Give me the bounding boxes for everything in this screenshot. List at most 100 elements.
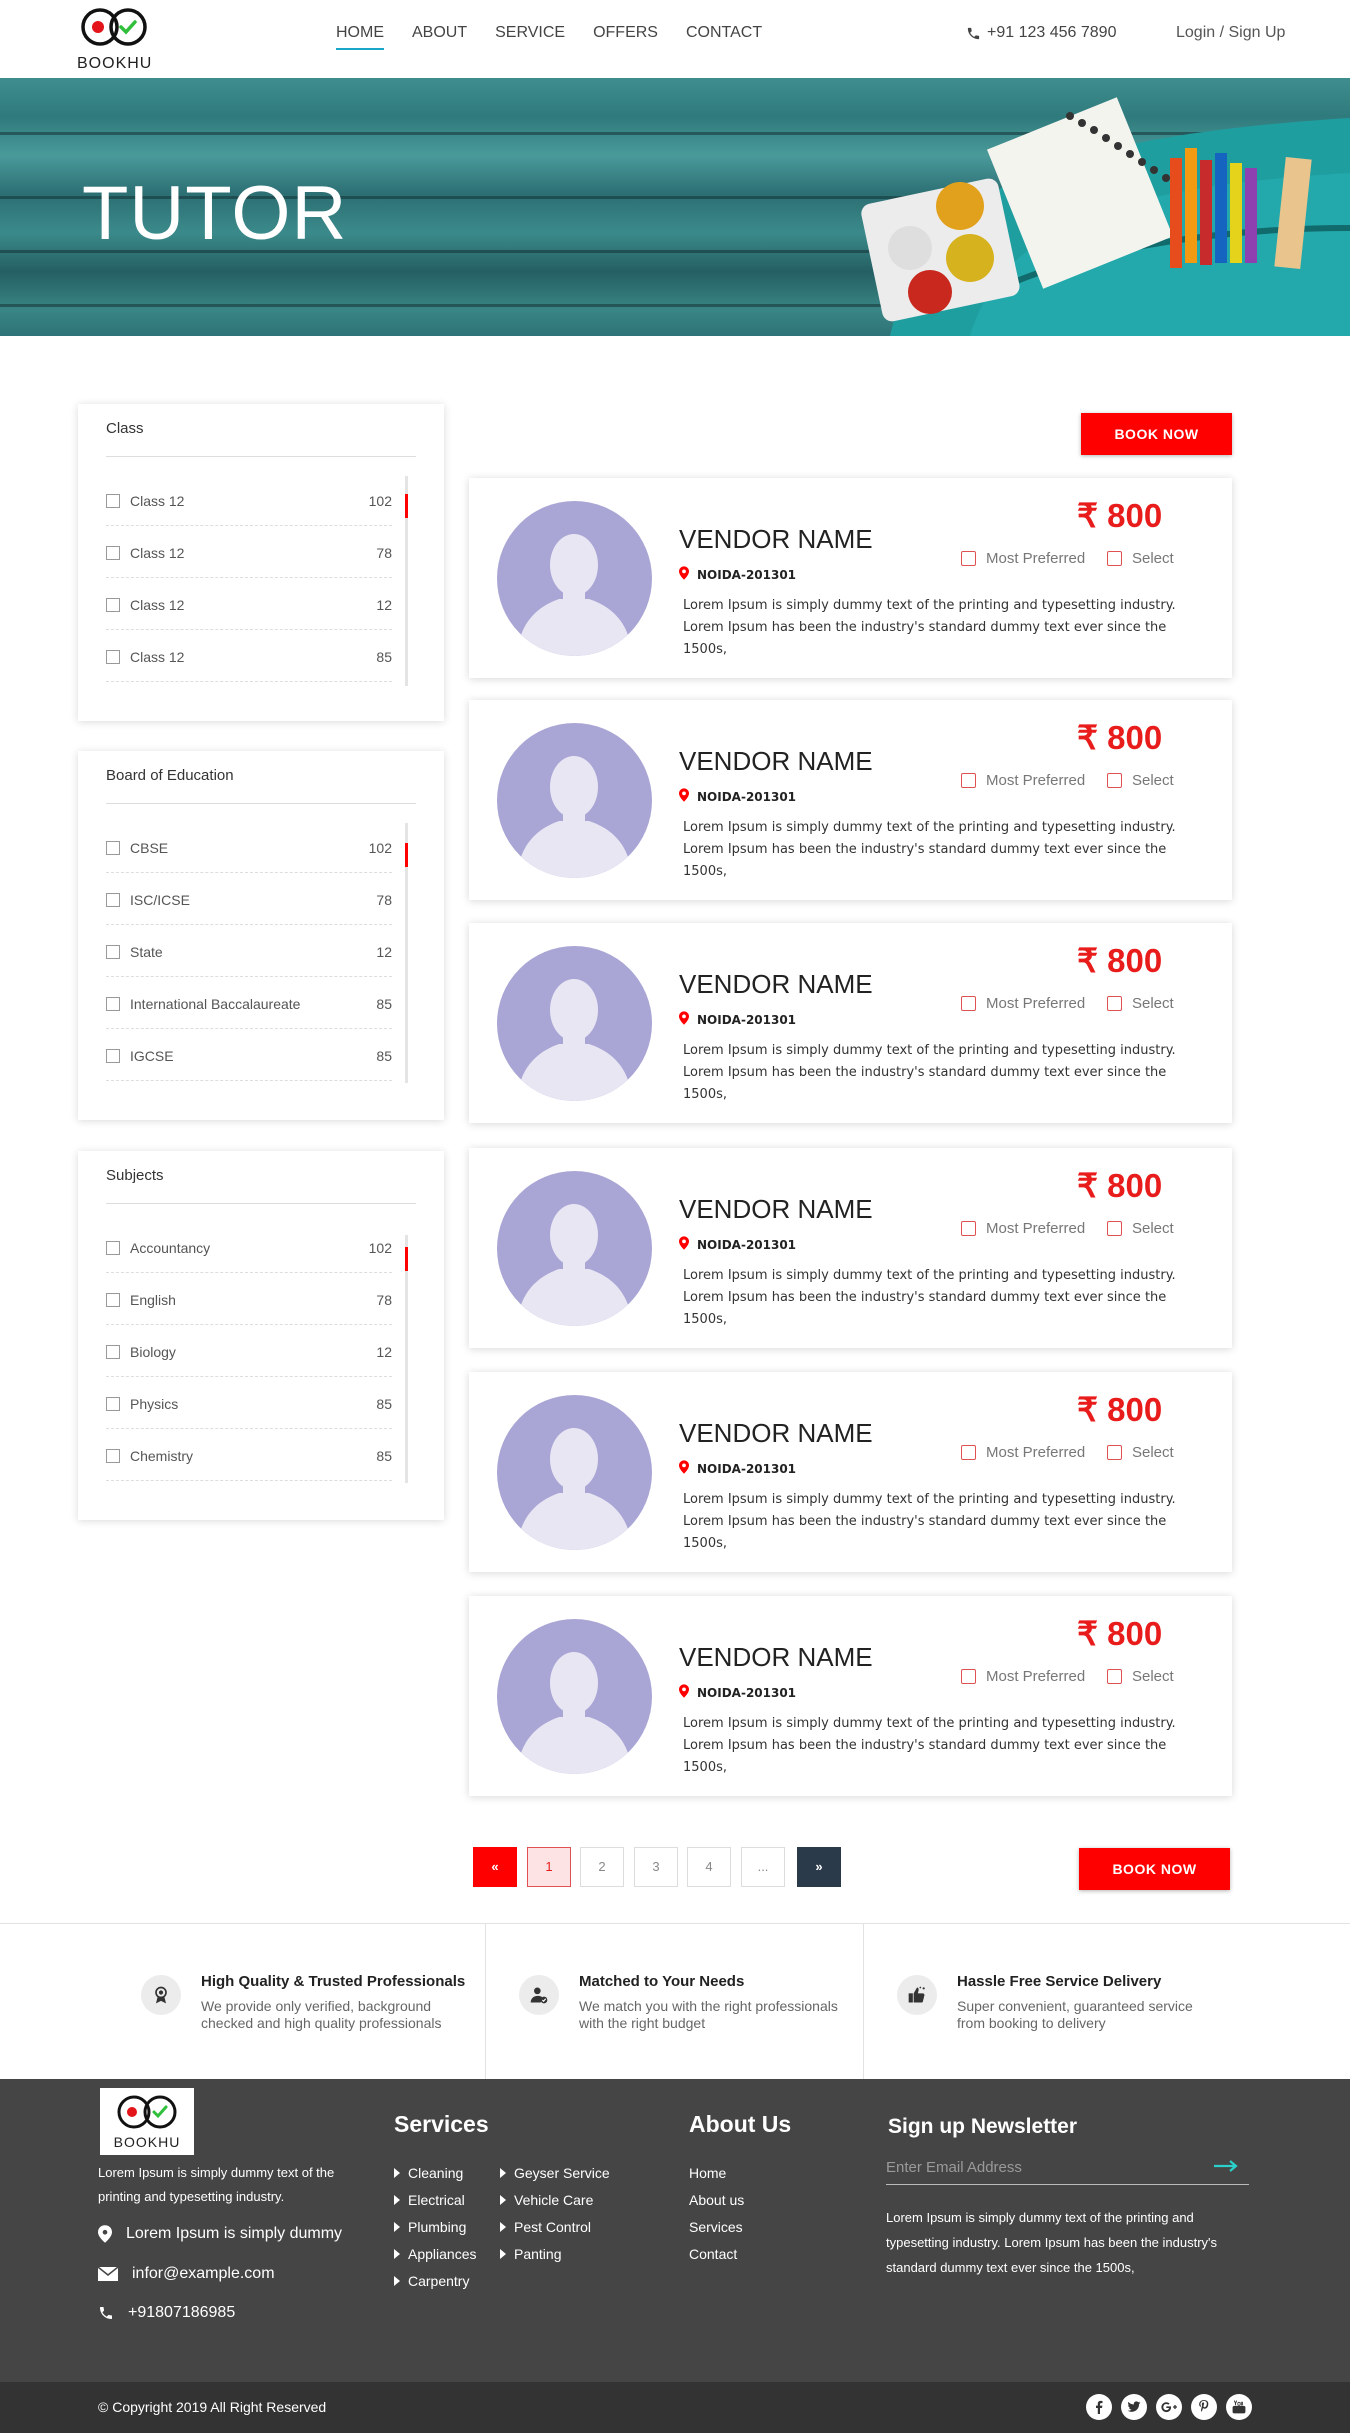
footer-phone[interactable]: +91807186985 <box>98 2304 235 2322</box>
pagination-next[interactable]: » <box>797 1847 841 1887</box>
site-logo[interactable]: BOOKHU <box>77 5 151 75</box>
footer-about-link[interactable]: Contact <box>689 2246 737 2262</box>
checkbox[interactable] <box>106 945 120 959</box>
checkbox[interactable] <box>961 551 976 566</box>
filter-scrollbar[interactable] <box>405 823 408 1083</box>
twitter-icon[interactable] <box>1121 2394 1147 2420</box>
footer-logo[interactable]: BOOKHU <box>100 2088 194 2155</box>
nav-about[interactable]: ABOUT <box>412 24 467 50</box>
checkbox[interactable] <box>106 1449 120 1463</box>
checkbox[interactable] <box>1107 1445 1122 1460</box>
most-preferred-checkbox[interactable]: Most Preferred <box>961 550 1085 567</box>
checkbox[interactable] <box>106 494 120 508</box>
book-now-button-top[interactable]: BOOK NOW <box>1081 413 1232 455</box>
pagination-page[interactable]: 2 <box>580 1847 624 1887</box>
checkbox[interactable] <box>106 650 120 664</box>
select-checkbox[interactable]: Select <box>1107 1220 1174 1237</box>
vendor-card[interactable]: VENDOR NAME NOIDA-201301 Lorem Ipsum is si… <box>469 700 1232 900</box>
checkbox[interactable] <box>961 1445 976 1460</box>
pinterest-icon[interactable] <box>1191 2394 1217 2420</box>
checkbox[interactable] <box>1107 773 1122 788</box>
book-now-button-bottom[interactable]: BOOK NOW <box>1079 1848 1230 1890</box>
newsletter-email-input[interactable]: Enter Email Address <box>886 2153 1249 2185</box>
youtube-icon[interactable] <box>1226 2394 1252 2420</box>
filter-option[interactable]: English 78 <box>106 1273 392 1325</box>
filter-scrollbar[interactable] <box>405 1235 408 1483</box>
arrow-right-icon[interactable] <box>1213 2159 1239 2173</box>
checkbox[interactable] <box>106 893 120 907</box>
checkbox[interactable] <box>961 773 976 788</box>
vendor-card[interactable]: VENDOR NAME NOIDA-201301 Lorem Ipsum is si… <box>469 1372 1232 1572</box>
vendor-card[interactable]: VENDOR NAME NOIDA-201301 Lorem Ipsum is si… <box>469 923 1232 1123</box>
most-preferred-checkbox[interactable]: Most Preferred <box>961 1668 1085 1685</box>
checkbox[interactable] <box>961 996 976 1011</box>
select-checkbox[interactable]: Select <box>1107 1668 1174 1685</box>
checkbox[interactable] <box>961 1221 976 1236</box>
select-checkbox[interactable]: Select <box>1107 995 1174 1012</box>
footer-about-link[interactable]: Home <box>689 2165 726 2181</box>
vendor-card[interactable]: VENDOR NAME NOIDA-201301 Lorem Ipsum is si… <box>469 1148 1232 1348</box>
filter-option[interactable]: Class 12 85 <box>106 630 392 682</box>
filter-option[interactable]: IGCSE 85 <box>106 1029 392 1081</box>
nav-offers[interactable]: OFFERS <box>593 24 658 50</box>
vendor-name[interactable]: VENDOR NAME <box>679 1194 873 1225</box>
filter-option[interactable]: Class 12 102 <box>106 474 392 526</box>
filter-option[interactable]: Class 12 12 <box>106 578 392 630</box>
nav-service[interactable]: SERVICE <box>495 24 565 50</box>
pagination-page[interactable]: 3 <box>634 1847 678 1887</box>
checkbox[interactable] <box>106 598 120 612</box>
most-preferred-checkbox[interactable]: Most Preferred <box>961 995 1085 1012</box>
select-checkbox[interactable]: Select <box>1107 1444 1174 1461</box>
nav-contact[interactable]: CONTACT <box>686 24 762 50</box>
vendor-name[interactable]: VENDOR NAME <box>679 969 873 1000</box>
select-checkbox[interactable]: Select <box>1107 550 1174 567</box>
filter-option[interactable]: Physics 85 <box>106 1377 392 1429</box>
most-preferred-checkbox[interactable]: Most Preferred <box>961 1444 1085 1461</box>
footer-service-link[interactable]: Pest Control <box>500 2219 591 2235</box>
checkbox[interactable] <box>106 1345 120 1359</box>
checkbox[interactable] <box>106 1049 120 1063</box>
checkbox[interactable] <box>1107 996 1122 1011</box>
header-phone[interactable]: +91 123 456 7890 <box>966 24 1116 42</box>
scrollbar-thumb[interactable] <box>405 494 408 518</box>
login-signup-link[interactable]: Login / Sign Up <box>1176 24 1285 42</box>
filter-option[interactable]: Chemistry 85 <box>106 1429 392 1481</box>
pagination-ellipsis[interactable]: ... <box>741 1847 785 1887</box>
footer-service-link[interactable]: Cleaning <box>394 2165 463 2181</box>
select-checkbox[interactable]: Select <box>1107 772 1174 789</box>
filter-option[interactable]: Biology 12 <box>106 1325 392 1377</box>
footer-service-link[interactable]: Appliances <box>394 2246 477 2262</box>
vendor-name[interactable]: VENDOR NAME <box>679 1418 873 1449</box>
filter-option[interactable]: International Baccalaureate 85 <box>106 977 392 1029</box>
checkbox[interactable] <box>106 1293 120 1307</box>
vendor-name[interactable]: VENDOR NAME <box>679 746 873 777</box>
footer-about-link[interactable]: Services <box>689 2219 743 2235</box>
footer-service-link[interactable]: Vehicle Care <box>500 2192 593 2208</box>
checkbox[interactable] <box>106 1397 120 1411</box>
checkbox[interactable] <box>106 997 120 1011</box>
footer-about-link[interactable]: About us <box>689 2192 744 2208</box>
most-preferred-checkbox[interactable]: Most Preferred <box>961 772 1085 789</box>
footer-service-link[interactable]: Panting <box>500 2246 561 2262</box>
nav-home[interactable]: HOME <box>336 24 384 50</box>
scrollbar-thumb[interactable] <box>405 843 408 867</box>
google-plus-icon[interactable] <box>1156 2394 1182 2420</box>
vendor-name[interactable]: VENDOR NAME <box>679 1642 873 1673</box>
vendor-card[interactable]: VENDOR NAME NOIDA-201301 Lorem Ipsum is si… <box>469 1596 1232 1796</box>
checkbox[interactable] <box>106 546 120 560</box>
checkbox[interactable] <box>106 841 120 855</box>
pagination-prev[interactable]: « <box>473 1847 517 1887</box>
filter-option[interactable]: ISC/ICSE 78 <box>106 873 392 925</box>
filter-option[interactable]: State 12 <box>106 925 392 977</box>
most-preferred-checkbox[interactable]: Most Preferred <box>961 1220 1085 1237</box>
checkbox[interactable] <box>106 1241 120 1255</box>
pagination-page[interactable]: 4 <box>687 1847 731 1887</box>
vendor-card[interactable]: VENDOR NAME NOIDA-201301 Lorem Ipsum is si… <box>469 478 1232 678</box>
footer-service-link[interactable]: Geyser Service <box>500 2165 610 2181</box>
filter-option[interactable]: Class 12 78 <box>106 526 392 578</box>
checkbox[interactable] <box>1107 551 1122 566</box>
checkbox[interactable] <box>1107 1669 1122 1684</box>
scrollbar-thumb[interactable] <box>405 1247 408 1271</box>
pagination-page[interactable]: 1 <box>527 1847 571 1887</box>
checkbox[interactable] <box>1107 1221 1122 1236</box>
